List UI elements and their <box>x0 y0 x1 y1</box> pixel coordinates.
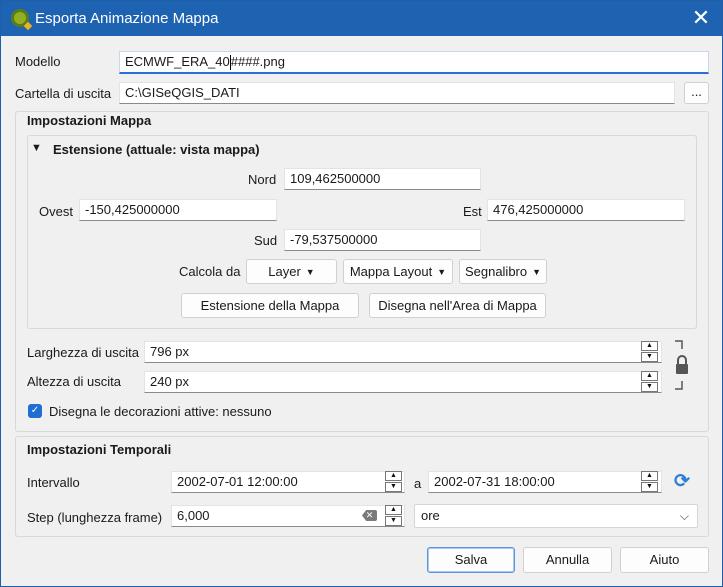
close-icon[interactable]: ✕ <box>688 6 714 30</box>
layer-button-label: Layer <box>268 264 301 279</box>
east-input[interactable]: 476,425000000 <box>487 199 685 221</box>
height-label: Altezza di uscita <box>27 374 121 389</box>
cancel-button[interactable]: Annulla <box>523 547 612 573</box>
layout-map-dropdown-button[interactable]: Mappa Layout ▼ <box>343 259 453 284</box>
qgis-logo-icon <box>11 9 29 27</box>
dropdown-arrow-icon: ▼ <box>305 267 315 277</box>
layout-button-label: Mappa Layout <box>349 264 433 279</box>
save-button[interactable]: Salva <box>427 547 515 573</box>
height-input[interactable]: 240 px <box>144 371 662 393</box>
spin-down-icon[interactable]: ▼ <box>385 516 402 526</box>
width-label: Larghezza di uscita <box>27 345 140 360</box>
extent-title[interactable]: Estensione (attuale: vista mappa) <box>53 142 260 157</box>
decorations-label[interactable]: Disegna le decorazioni attive: nessuno <box>49 404 272 419</box>
export-animation-dialog: Esporta Animazione Mappa ✕ Modello ECMWF… <box>0 0 723 587</box>
width-spinner[interactable]: ▲ ▼ <box>641 341 659 363</box>
step-spinner[interactable]: ▲ ▼ <box>385 505 403 527</box>
east-label: Est <box>463 204 482 219</box>
dropdown-arrow-icon: ▼ <box>532 267 542 277</box>
step-unit-select[interactable]: ore ⌵ <box>414 504 698 528</box>
spin-up-icon[interactable]: ▲ <box>641 471 658 481</box>
south-input[interactable]: -79,537500000 <box>284 229 481 251</box>
template-value-end: ####.png <box>230 54 285 69</box>
start-datetime-spinner[interactable]: ▲ ▼ <box>385 471 403 493</box>
map-settings-title: Impostazioni Mappa <box>27 113 152 128</box>
height-spinner[interactable]: ▲ ▼ <box>641 371 659 393</box>
dropdown-arrow-icon: ▼ <box>437 267 447 277</box>
decorations-checkbox[interactable]: ✓ <box>28 404 42 418</box>
spin-up-icon[interactable]: ▲ <box>641 371 658 381</box>
spin-down-icon[interactable]: ▼ <box>641 352 658 362</box>
template-label: Modello <box>15 54 61 69</box>
template-value-start: ECMWF_ERA_40 <box>125 54 230 69</box>
spin-down-icon[interactable]: ▼ <box>385 482 402 492</box>
step-label: Step (lunghezza frame) <box>27 510 163 525</box>
titlebar: Esporta Animazione Mappa ✕ <box>1 1 722 36</box>
spin-down-icon[interactable]: ▼ <box>641 382 658 392</box>
spin-up-icon[interactable]: ▲ <box>641 341 658 351</box>
map-extent-button[interactable]: Estensione della Mappa <box>181 293 359 318</box>
temporal-settings-title: Impostazioni Temporali <box>27 442 172 457</box>
output-folder-input[interactable]: C:\GISeQGIS_DATI <box>119 82 675 104</box>
south-label: Sud <box>254 233 278 248</box>
layer-dropdown-button[interactable]: Layer ▼ <box>246 259 337 284</box>
start-datetime-input[interactable]: 2002-07-01 12:00:00 <box>171 471 405 493</box>
step-unit-value: ore <box>421 508 440 523</box>
lock-ratio-icon[interactable] <box>671 339 689 391</box>
draw-on-canvas-button[interactable]: Disegna nell'Area di Mappa <box>369 293 546 318</box>
help-button[interactable]: Aiuto <box>620 547 709 573</box>
template-input[interactable]: ECMWF_ERA_40####.png <box>119 51 709 74</box>
spin-up-icon[interactable]: ▲ <box>385 471 402 481</box>
browse-folder-button[interactable]: ... <box>684 82 709 104</box>
north-label: Nord <box>248 172 277 187</box>
end-datetime-input[interactable]: 2002-07-31 18:00:00 <box>428 471 662 493</box>
refresh-icon[interactable]: ⟳ <box>672 472 692 492</box>
bookmark-button-label: Segnalibro <box>464 264 528 279</box>
dialog-title: Esporta Animazione Mappa <box>35 10 219 27</box>
west-input[interactable]: -150,425000000 <box>79 199 277 221</box>
output-folder-label: Cartella di uscita <box>15 86 112 101</box>
bookmark-dropdown-button[interactable]: Segnalibro ▼ <box>459 259 547 284</box>
width-input[interactable]: 796 px <box>144 341 662 363</box>
interval-label: Intervallo <box>27 475 80 490</box>
chevron-down-icon: ⌵ <box>679 509 689 523</box>
calc-from-label: Calcola da <box>179 264 241 279</box>
to-label: a <box>414 476 422 491</box>
north-input[interactable]: 109,462500000 <box>284 168 481 190</box>
spin-down-icon[interactable]: ▼ <box>641 482 658 492</box>
spin-up-icon[interactable]: ▲ <box>385 505 402 515</box>
west-label: Ovest <box>39 204 73 219</box>
collapse-triangle-icon[interactable]: ▼ <box>31 142 42 154</box>
end-datetime-spinner[interactable]: ▲ ▼ <box>641 471 659 493</box>
